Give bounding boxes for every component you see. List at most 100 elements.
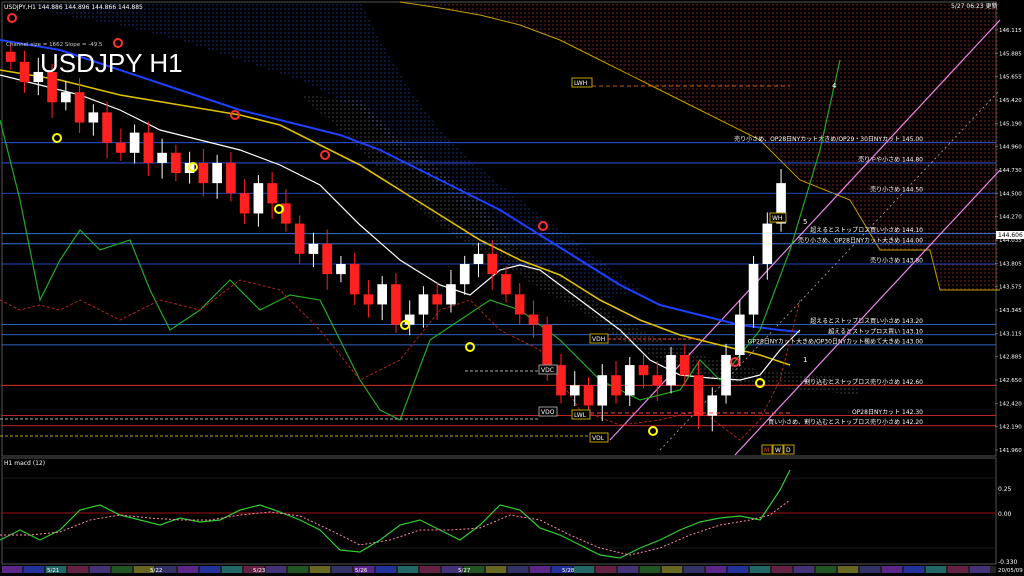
candle-body (226, 162, 236, 194)
session-bar (288, 566, 308, 573)
price-tick: 143.805 (999, 261, 1022, 267)
level-label: 売り小さめ 144.50 (870, 186, 923, 194)
session-bar (266, 566, 286, 573)
session-bar (684, 566, 704, 573)
macd-axis-bottom: -0.330 (998, 559, 1018, 566)
session-bar (706, 566, 726, 573)
level-label: 超えるとストップロス買い小さめ 144.10 (810, 226, 923, 234)
candle-body (198, 162, 209, 184)
session-bar (772, 566, 792, 573)
macd-axis-top: 0.25 (998, 486, 1012, 493)
candle-body (157, 152, 167, 163)
session-bar (794, 566, 814, 573)
lwh-label: LWH (574, 80, 587, 87)
session-bar (904, 566, 924, 573)
price-tick: 145.885 (999, 51, 1022, 57)
level-label: OP28日NYカット大きめ/OP30日NYカット極めて大きめ 143.00 (748, 337, 923, 345)
level-label: OP28日NYカット 142.30 (852, 409, 923, 416)
price-tick: 146.115 (999, 28, 1022, 34)
wave-label-1: 1 (803, 356, 807, 364)
update-time: 5/27 06:23 更新 (951, 2, 998, 10)
price-tick: 141.960 (999, 448, 1022, 454)
candle-body (239, 193, 250, 214)
session-bar (508, 566, 528, 573)
session-bar (2, 566, 22, 573)
time-label-4: 5/27 (458, 568, 471, 574)
candle-body (19, 61, 30, 83)
vdc-label: VDC (541, 367, 554, 374)
wave-label-4: 4 (832, 82, 837, 90)
price-tick: 142.650 (999, 378, 1022, 384)
candle-body (514, 294, 525, 315)
candle-body (679, 354, 690, 376)
candle-body (432, 294, 443, 305)
price-tick: 142.190 (999, 425, 1022, 431)
candle-body (6, 51, 16, 62)
candle-body (363, 294, 374, 305)
candle-body (61, 92, 71, 103)
d-label: D (786, 447, 791, 454)
session-bar (90, 566, 110, 573)
time-axis-right: 20/05/09 (998, 568, 1023, 574)
macd-axis-zero: 0.00 (998, 511, 1012, 518)
session-bar (882, 566, 902, 573)
session-bar (486, 566, 506, 573)
session-bar (970, 566, 990, 573)
session-bar (112, 566, 132, 573)
candle-body (308, 243, 319, 254)
candle-body (74, 92, 85, 123)
level-label: 超えるとストップロス買い 143.10 (828, 327, 923, 335)
vdh-label: VDH (592, 336, 605, 343)
candle-body (391, 284, 401, 325)
candle-body (459, 264, 470, 285)
usdjpy-h1-chart[interactable]: 売り小さめ、OP28日NYカット大きめ/OP29・30日NYカット 145.00… (0, 0, 1024, 576)
session-bar (420, 566, 440, 573)
candle-body (597, 375, 608, 406)
session-bar (530, 566, 550, 573)
candle-body (143, 132, 154, 163)
candle-body (734, 314, 745, 355)
w-label: W (775, 447, 781, 454)
time-axis: 5/21 5/22 5/23 5/26 5/27 5/28 20/05/09 (2, 566, 1023, 574)
session-bar (398, 566, 418, 573)
macd-label: H1 macd (12) (4, 460, 45, 467)
wh-label: WH (772, 215, 782, 222)
candle-body (583, 385, 594, 406)
candle-body (294, 223, 305, 254)
session-bar (618, 566, 638, 573)
candle-body (652, 375, 663, 386)
candle-body (267, 183, 277, 204)
candle-body (611, 375, 621, 396)
session-bar (596, 566, 616, 573)
session-bar (948, 566, 968, 573)
price-tick: 143.345 (999, 308, 1022, 314)
session-bar (200, 566, 220, 573)
candle-body (569, 385, 580, 396)
price-tick: 142.420 (999, 401, 1022, 407)
candle-body (666, 354, 676, 386)
current-price: 144.606 (998, 232, 1023, 239)
session-bar (728, 566, 748, 573)
price-tick: 144.730 (999, 168, 1022, 174)
candle-body (762, 223, 773, 265)
candle-body (336, 264, 346, 275)
session-bar (24, 566, 44, 573)
session-bar (574, 566, 594, 573)
vdo-label: VDO (541, 409, 555, 416)
session-bar (662, 566, 682, 573)
candle-body (487, 253, 498, 275)
time-label-5: 5/28 (562, 568, 575, 574)
candle-body (322, 243, 332, 275)
session-bar (750, 566, 770, 573)
level-label: 割り込むとストップロス売り小さめ 142.60 (804, 378, 923, 386)
candle-body (446, 284, 456, 305)
candle-body (748, 264, 759, 315)
candle-body (418, 294, 429, 315)
candle-body (377, 284, 387, 305)
session-bar (926, 566, 946, 573)
price-tick: 144.500 (999, 191, 1022, 197)
candle-body (349, 264, 360, 295)
candle-body (404, 314, 415, 325)
price-tick: 144.960 (999, 145, 1022, 151)
candle-body (693, 375, 704, 416)
